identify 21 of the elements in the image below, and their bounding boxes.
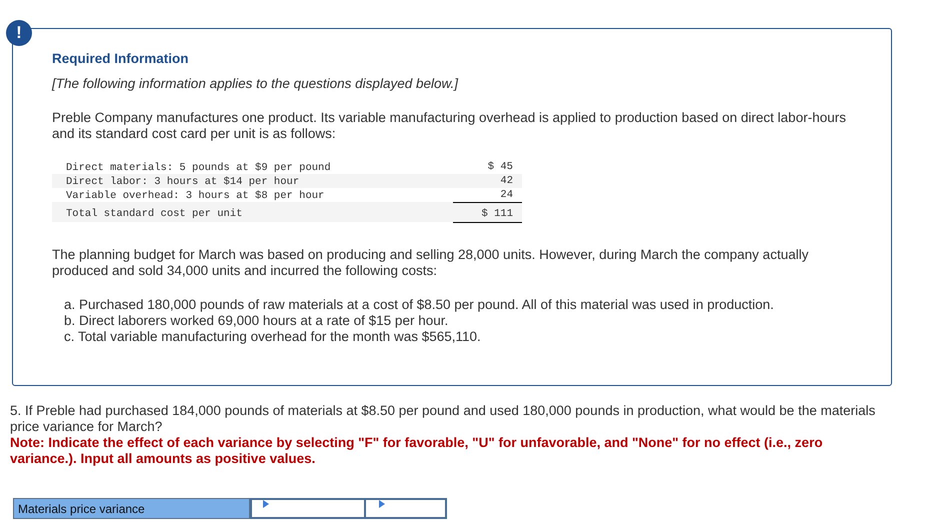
intro-text: Preble Company manufactures one product. Its variable manufacturing overhead is applied to production based on direct labor-hours and its standard cost card per unit is as follows: (52, 110, 847, 142)
total-amount: $ 111 (453, 202, 522, 222)
cost-item: c. Total variable manufacturing overhead for the month was $565,110. (64, 328, 482, 344)
info-note: [The following information applies to the questions displayed below.] (52, 76, 460, 92)
cost-label: Direct materials: 5 pounds at $9 per pound (52, 160, 453, 174)
cost-amount: $ 45 (453, 160, 522, 174)
row-label: Materials price variance (13, 498, 250, 519)
budget-text: The planning budget for March was based on producing and selling 28,000 units. However, during March the company actually produced and sold 34,000 units and incurred the following costs: (52, 246, 810, 278)
question-note: Note: Indicate the effect of each variance by selecting "F" for favorable, "U" for unfavorable, and "None" for no effect (i.e., zero variance.). Input all amounts as positive values. (10, 435, 824, 467)
question-text: 5. If Preble had purchased 184,000 pounds of materials at $8.50 per pound and used 180,000 pounds in production, what would be the materials price variance for March? (10, 403, 876, 435)
cost-item: b. Direct laborers worked 69,000 hours at a rate of $15 per hour. (64, 312, 450, 328)
cost-label: Variable overhead: 3 hours at $8 per hour (52, 188, 453, 202)
cost-amount: 24 (453, 188, 522, 202)
heading: Required Information (52, 51, 190, 66)
cost-amount: 42 (453, 174, 522, 188)
amount-field[interactable] (250, 498, 366, 519)
alert-icon: ! (6, 20, 32, 46)
cost-item: a. Purchased 180,000 pounds of raw materials at a cost of $8.50 per pound. All of this material was used in production. (64, 296, 775, 312)
cost-label: Direct labor: 3 hours at $14 per hour (52, 174, 453, 188)
effect-dropdown[interactable] (366, 498, 447, 519)
total-label: Total standard cost per unit (52, 202, 453, 222)
